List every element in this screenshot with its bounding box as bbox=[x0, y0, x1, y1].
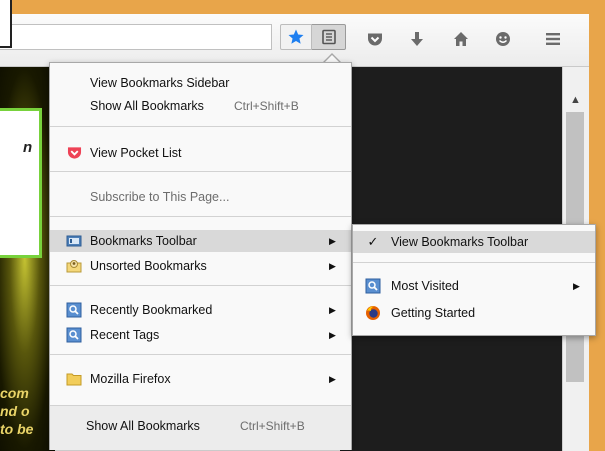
annotation-box: n bbox=[0, 108, 42, 258]
page-text-line-2: nd o bbox=[0, 403, 30, 419]
menu-separator bbox=[50, 285, 351, 286]
submenu-item-label: View Bookmarks Toolbar bbox=[391, 235, 529, 249]
annotation-text: n bbox=[23, 139, 33, 156]
pocket-icon bbox=[368, 33, 382, 45]
pocket-button[interactable] bbox=[362, 28, 388, 50]
submenu-arrow-icon: ▶ bbox=[329, 260, 336, 271]
smart-folder-icon bbox=[365, 278, 381, 294]
window-frame-top bbox=[0, 0, 605, 14]
menu-footer-shortcut: Ctrl+Shift+B bbox=[240, 419, 305, 433]
submenu-arrow-icon: ▶ bbox=[329, 373, 336, 384]
menu-item-recent-tags[interactable]: Recent Tags ▶ bbox=[50, 324, 351, 346]
hamburger-menu-icon bbox=[546, 33, 560, 45]
scroll-up-arrow-icon[interactable]: ▲ bbox=[562, 90, 589, 110]
home-button[interactable] bbox=[448, 28, 474, 50]
menu-item-label: View Bookmarks Sidebar bbox=[90, 76, 230, 90]
nav-toolbar: th bbox=[0, 14, 589, 67]
submenu-item-view-bookmarks-toolbar[interactable]: ✓ View Bookmarks Toolbar bbox=[353, 231, 595, 253]
bookmarks-menu-icon bbox=[321, 29, 336, 45]
menu-item-recently-bookmarked[interactable]: Recently Bookmarked ▶ bbox=[50, 299, 351, 321]
annotation-box-top bbox=[0, 0, 12, 48]
menu-separator bbox=[50, 216, 351, 217]
checkmark-icon: ✓ bbox=[367, 234, 379, 249]
menu-item-shortcut: Ctrl+Shift+B bbox=[234, 99, 299, 113]
search-input[interactable]: th bbox=[0, 24, 272, 50]
page-text-line-1: com bbox=[0, 385, 29, 401]
menu-item-label: Mozilla Firefox bbox=[90, 372, 171, 386]
bookmark-star-button[interactable] bbox=[280, 24, 312, 50]
bookmarks-menu: View Bookmarks Sidebar Show All Bookmark… bbox=[49, 62, 352, 450]
menu-item-view-bookmarks-sidebar[interactable]: View Bookmarks Sidebar bbox=[50, 72, 351, 94]
submenu-arrow-icon: ▶ bbox=[329, 304, 336, 315]
toolbar-folder-icon bbox=[66, 233, 82, 249]
downloads-button[interactable] bbox=[404, 28, 430, 50]
submenu-item-label: Most Visited bbox=[391, 279, 459, 293]
menu-separator bbox=[50, 126, 351, 127]
menu-item-unsorted-bookmarks[interactable]: Unsorted Bookmarks ▶ bbox=[50, 255, 351, 277]
menu-item-view-pocket-list[interactable]: View Pocket List bbox=[50, 142, 351, 164]
menu-item-label: Recent Tags bbox=[90, 328, 160, 342]
bookmarks-menu-button[interactable] bbox=[312, 24, 346, 50]
menu-footer-label: Show All Bookmarks bbox=[86, 419, 200, 433]
smart-folder-icon bbox=[66, 302, 82, 318]
page-text-line-3: to be bbox=[0, 421, 34, 437]
menu-item-label: View Pocket List bbox=[90, 146, 182, 160]
submenu-item-label: Getting Started bbox=[391, 306, 476, 320]
menu-item-label: Unsorted Bookmarks bbox=[90, 259, 207, 273]
menu-footer-show-all-bookmarks[interactable]: Show All Bookmarks Ctrl+Shift+B bbox=[50, 405, 351, 450]
firefox-icon bbox=[365, 305, 381, 321]
submenu-arrow-icon: ▶ bbox=[329, 235, 336, 246]
download-icon bbox=[411, 32, 423, 46]
menu-separator bbox=[50, 171, 351, 172]
menu-item-mozilla-firefox[interactable]: Mozilla Firefox ▶ bbox=[50, 368, 351, 390]
submenu-item-getting-started[interactable]: Getting Started bbox=[353, 302, 595, 324]
folder-icon bbox=[66, 371, 82, 387]
bookmarks-toolbar-submenu: ✓ View Bookmarks Toolbar Most Visited ▶ … bbox=[352, 224, 596, 336]
menu-item-label: Show All Bookmarks bbox=[90, 99, 204, 113]
hello-button[interactable] bbox=[490, 28, 516, 50]
menu-item-label: Subscribe to This Page... bbox=[90, 190, 230, 204]
star-icon bbox=[288, 29, 304, 44]
menu-item-subscribe: Subscribe to This Page... bbox=[50, 186, 351, 208]
home-icon bbox=[454, 32, 468, 46]
hello-icon bbox=[496, 32, 510, 46]
unsorted-bookmarks-icon bbox=[66, 258, 82, 274]
menu-item-show-all-bookmarks[interactable]: Show All Bookmarks Ctrl+Shift+B bbox=[50, 95, 351, 117]
smart-folder-icon bbox=[66, 327, 82, 343]
menu-item-label: Recently Bookmarked bbox=[90, 303, 213, 317]
submenu-arrow-icon: ▶ bbox=[573, 280, 580, 291]
menu-separator bbox=[50, 354, 351, 355]
menu-item-bookmarks-toolbar[interactable]: Bookmarks Toolbar ▶ bbox=[50, 230, 351, 252]
open-menu-button[interactable] bbox=[540, 28, 566, 50]
submenu-arrow-icon: ▶ bbox=[329, 329, 336, 340]
submenu-item-most-visited[interactable]: Most Visited ▶ bbox=[353, 275, 595, 297]
menu-item-label: Bookmarks Toolbar bbox=[90, 234, 197, 248]
pocket-icon bbox=[66, 145, 82, 161]
menu-separator bbox=[353, 262, 595, 263]
